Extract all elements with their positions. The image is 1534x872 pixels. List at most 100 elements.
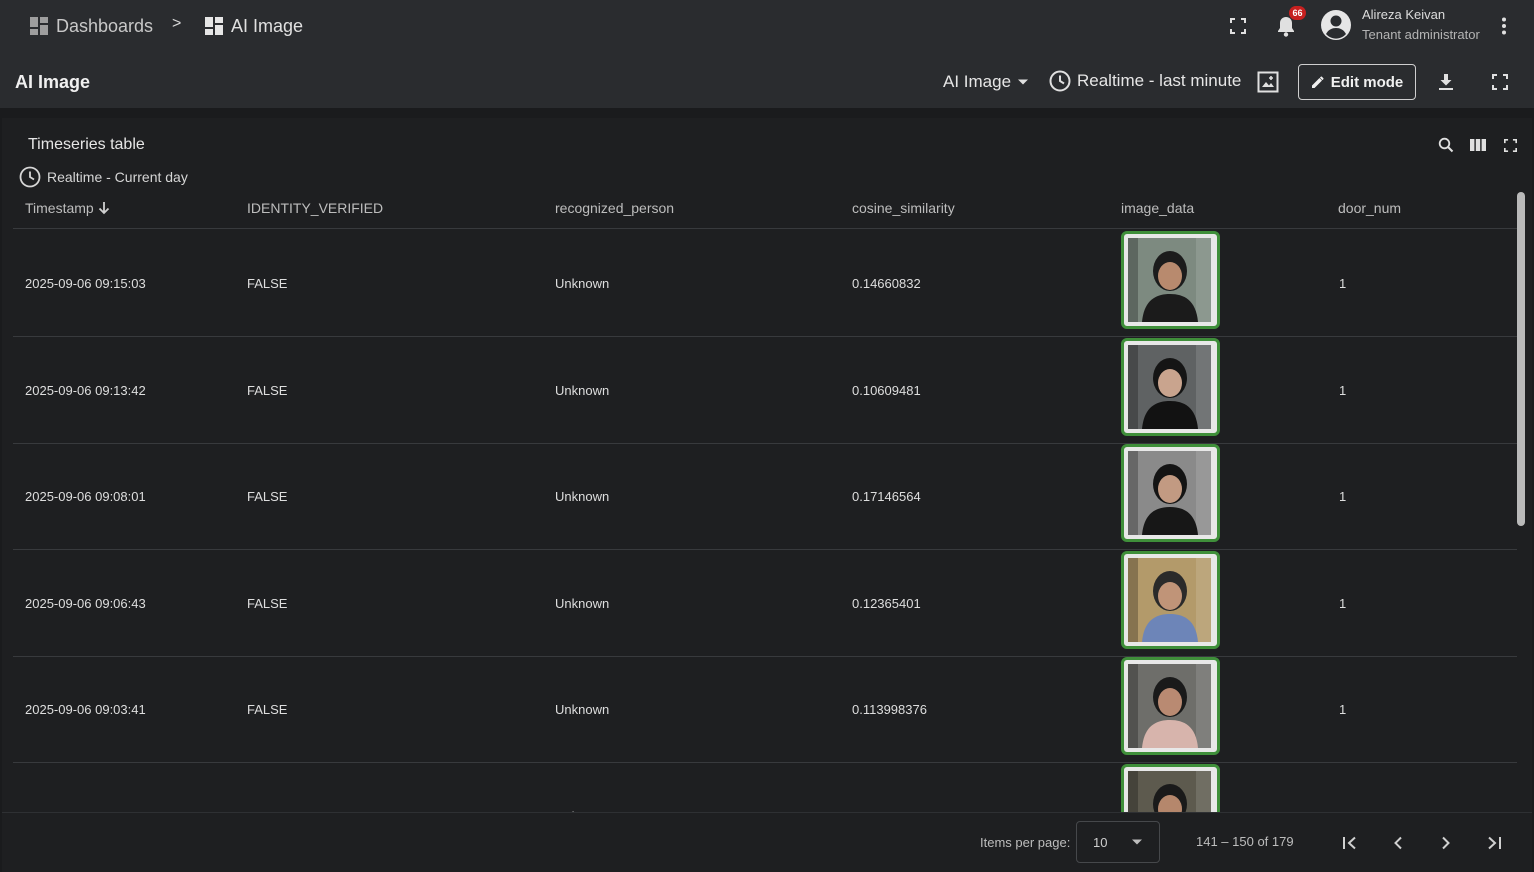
person-photo-icon bbox=[1128, 238, 1211, 322]
cell-recognized-person: Unknown bbox=[555, 382, 610, 398]
avatar[interactable] bbox=[1320, 9, 1352, 41]
cell-door-num: 1 bbox=[1339, 702, 1347, 718]
image-thumbnail[interactable] bbox=[1121, 231, 1220, 329]
table-search-button[interactable] bbox=[1436, 135, 1456, 155]
cell-recognized-person: Unknown bbox=[555, 595, 610, 611]
person-photo-icon bbox=[1128, 557, 1211, 642]
fullscreen-icon bbox=[1492, 74, 1508, 90]
cell-timestamp: 2025-09-06 09:15:03 bbox=[25, 276, 146, 291]
cell-identity-verified: FALSE bbox=[247, 489, 288, 505]
clock-icon bbox=[1049, 70, 1071, 92]
pencil-icon bbox=[1311, 76, 1324, 88]
view-column-icon bbox=[1470, 139, 1486, 151]
items-per-page-label: Items per page: bbox=[980, 835, 1071, 850]
camera-snapshot bbox=[1128, 238, 1213, 322]
caret-down-icon bbox=[1018, 79, 1029, 85]
next-page-button[interactable] bbox=[1434, 831, 1458, 855]
widget-fullscreen-button[interactable] bbox=[1500, 135, 1520, 155]
camera-snapshot bbox=[1128, 451, 1213, 536]
image-thumbnail[interactable] bbox=[1121, 550, 1220, 649]
paginator: Items per page: 10 141 – 150 of 179 bbox=[2, 812, 1532, 872]
column-header-image-data[interactable]: image_data bbox=[1121, 200, 1194, 216]
dashboard-icon bbox=[30, 17, 48, 35]
table-row[interactable]: 2025-09-06 09:13:42 FALSE Unknown 0.1060948… bbox=[13, 337, 1517, 444]
cell-recognized-person: Unknown bbox=[555, 702, 610, 718]
cell-identity-verified: FALSE bbox=[247, 276, 288, 291]
column-label: door_num bbox=[1338, 200, 1402, 216]
more-menu-button[interactable] bbox=[1492, 13, 1516, 39]
column-label: IDENTITY_VERIFIED bbox=[247, 200, 384, 216]
cell-cosine-similarity: 0.113998376 bbox=[852, 702, 927, 718]
person-photo-icon bbox=[1128, 451, 1211, 536]
cell-cosine-similarity: 0.10609481 bbox=[852, 382, 921, 398]
image-thumbnail[interactable] bbox=[1121, 444, 1220, 543]
camera-snapshot bbox=[1128, 771, 1213, 812]
search-icon bbox=[1438, 137, 1454, 153]
camera-snapshot bbox=[1128, 664, 1213, 749]
table-row[interactable]: 2025-09-06 09:03:41 FALSE Unknown 0.1139983… bbox=[13, 656, 1517, 764]
person-photo-icon bbox=[1128, 771, 1211, 812]
person-photo-icon bbox=[1128, 344, 1211, 429]
image-thumbnail[interactable] bbox=[1121, 657, 1220, 756]
dashboard-toolbar: AI Image AI Image Realtime - last minute… bbox=[0, 52, 1534, 108]
page-size-value: 10 bbox=[1093, 835, 1108, 850]
columns-button[interactable] bbox=[1468, 135, 1488, 155]
column-header-identity-verified[interactable]: IDENTITY_VERIFIED bbox=[247, 200, 383, 216]
column-label: image_data bbox=[1121, 200, 1195, 216]
column-header-door-num[interactable]: door_num bbox=[1338, 200, 1401, 216]
cell-recognized-person: Unknown bbox=[555, 276, 610, 291]
dashboard-state-select[interactable]: AI Image bbox=[943, 72, 1029, 92]
breadcrumb-dashboards[interactable]: Dashboards bbox=[30, 14, 153, 38]
cell-identity-verified: FALSE bbox=[247, 595, 288, 611]
last-page-button[interactable] bbox=[1482, 831, 1506, 855]
cell-cosine-similarity: 0.14660832 bbox=[852, 276, 921, 291]
edit-mode-button[interactable]: Edit mode bbox=[1298, 64, 1416, 100]
state-label: AI Image bbox=[943, 72, 1012, 91]
cell-identity-verified: FALSE bbox=[247, 702, 288, 718]
cell-door-num: 1 bbox=[1339, 489, 1347, 505]
chevron-right-icon bbox=[1442, 836, 1450, 850]
cell-door-num: 1 bbox=[1339, 595, 1347, 611]
edit-mode-label: Edit mode bbox=[1330, 73, 1404, 91]
table-row[interactable]: 2025-09-06 09:06:43 FALSE Unknown 0.1236540… bbox=[13, 550, 1517, 657]
column-header-timestamp[interactable]: Timestamp bbox=[25, 200, 110, 216]
timewindow-button[interactable]: Realtime - last minute bbox=[1049, 70, 1241, 92]
previous-page-button[interactable] bbox=[1386, 831, 1410, 855]
cell-cosine-similarity: 0.12365401 bbox=[852, 595, 921, 611]
image-export-button[interactable] bbox=[1256, 70, 1280, 94]
table-row[interactable]: 2025-09-06 09:02:26FALSEUnknown0.0750240… bbox=[13, 763, 1517, 812]
timewindow-label: Realtime - last minute bbox=[1077, 71, 1242, 90]
table-row[interactable]: 2025-09-06 09:15:03 FALSE Unknown 0.1466083… bbox=[13, 230, 1517, 337]
breadcrumb-separator: > bbox=[172, 15, 182, 32]
table-scrollbar[interactable] bbox=[1517, 192, 1525, 526]
image-thumbnail[interactable] bbox=[1121, 337, 1220, 436]
column-header-cosine-similarity[interactable]: cosine_similarity bbox=[852, 200, 955, 216]
fullscreen-button[interactable] bbox=[1226, 14, 1250, 38]
cell-timestamp: 2025-09-06 09:08:01 bbox=[25, 489, 146, 505]
timeseries-table: Timestamp IDENTITY_VERIFIED recognized_p… bbox=[13, 194, 1517, 812]
notification-badge: 66 bbox=[1289, 6, 1306, 20]
page-size-select[interactable]: 10 bbox=[1076, 821, 1160, 863]
download-button[interactable] bbox=[1434, 70, 1458, 94]
column-header-recognized-person[interactable]: recognized_person bbox=[555, 200, 674, 216]
cell-identity-verified: FALSE bbox=[247, 382, 288, 398]
image-thumbnail[interactable] bbox=[1121, 764, 1220, 812]
camera-snapshot bbox=[1128, 344, 1213, 429]
user-name: Alireza Keivan bbox=[1362, 7, 1446, 22]
widget-timewindow[interactable]: Realtime - Current day bbox=[19, 166, 188, 188]
arrow-down-icon bbox=[98, 202, 109, 215]
dashboard-fullscreen-button[interactable] bbox=[1488, 70, 1512, 94]
breadcrumb-label: Dashboards bbox=[56, 15, 154, 36]
column-label: Timestamp bbox=[25, 200, 94, 216]
account-circle-icon bbox=[1321, 10, 1351, 40]
first-page-button[interactable] bbox=[1338, 831, 1362, 855]
last-page-icon bbox=[1488, 836, 1501, 850]
widget-timewindow-label: Realtime - Current day bbox=[47, 169, 188, 185]
caret-down-icon bbox=[1132, 839, 1142, 845]
table-row[interactable]: 2025-09-06 09:08:01 FALSE Unknown 0.1714656… bbox=[13, 443, 1517, 551]
breadcrumb-ai-image[interactable]: AI Image bbox=[205, 14, 303, 38]
cell-timestamp: 2025-09-06 09:06:43 bbox=[25, 595, 146, 611]
first-page-icon bbox=[1343, 836, 1356, 850]
user-role: Tenant administrator bbox=[1362, 27, 1480, 42]
table-header: Timestamp IDENTITY_VERIFIED recognized_p… bbox=[13, 194, 1517, 229]
